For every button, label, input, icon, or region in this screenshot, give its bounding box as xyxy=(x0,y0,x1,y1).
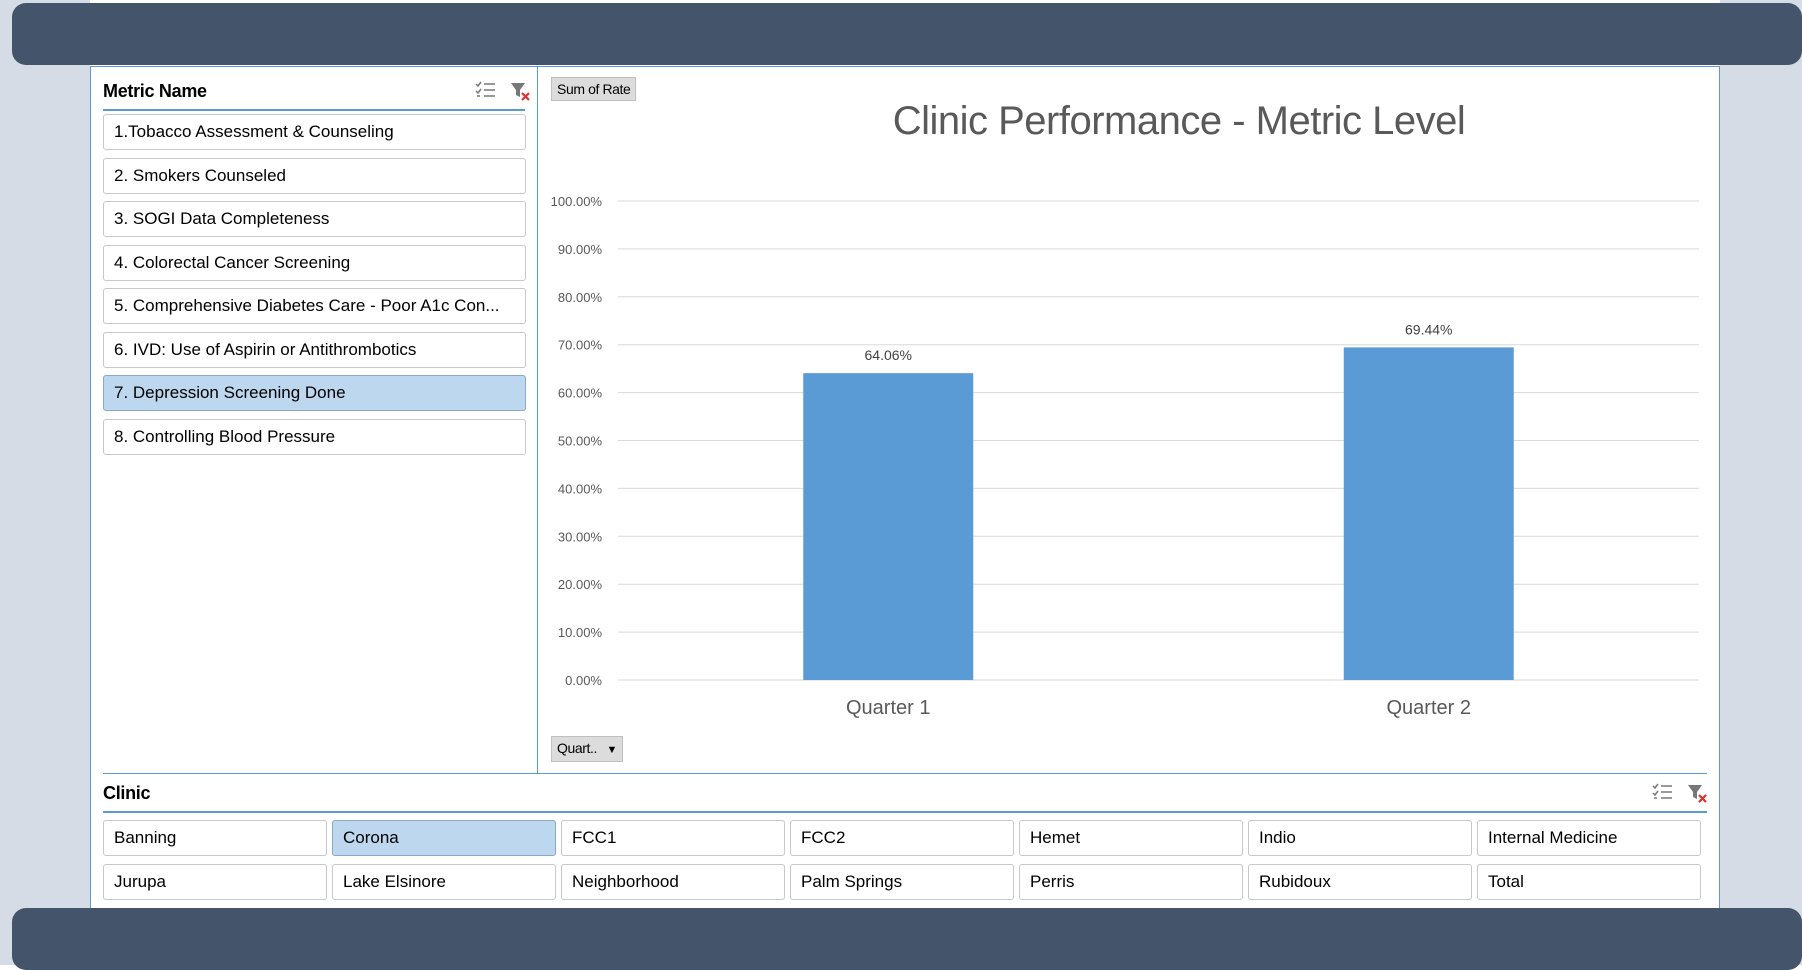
quarter-axis-field-button[interactable]: Quart.. ▼ xyxy=(551,736,623,762)
y-tick-label: 90.00% xyxy=(558,242,603,257)
left-side-background xyxy=(0,0,90,965)
y-tick-label: 30.00% xyxy=(558,529,603,544)
data-label: 69.44% xyxy=(1405,321,1452,337)
clinic-slicer-header: Clinic xyxy=(103,773,1707,813)
y-tick-label: 0.00% xyxy=(565,673,602,688)
clinic-slicer-item[interactable]: Perris xyxy=(1019,864,1243,900)
x-category-label: Quarter 2 xyxy=(1387,697,1471,719)
right-side-background xyxy=(1720,0,1802,965)
metric-slicer-item[interactable]: 1.Tobacco Assessment & Counseling xyxy=(103,114,526,150)
clinic-slicer-item[interactable]: Internal Medicine xyxy=(1477,820,1701,856)
data-label: 64.06% xyxy=(865,347,912,363)
y-tick-label: 40.00% xyxy=(558,481,603,496)
y-tick-label: 20.00% xyxy=(558,577,603,592)
clinic-slicer-item[interactable]: FCC1 xyxy=(561,820,785,856)
bottom-footer-band xyxy=(12,908,1802,970)
clinic-slicer-title: Clinic xyxy=(103,783,151,803)
chart-area: Sum of Rate Clinic Performance - Metric … xyxy=(539,67,1719,773)
clinic-multi-select-icon[interactable] xyxy=(1650,782,1674,804)
clinic-slicer-item[interactable]: Total xyxy=(1477,864,1701,900)
y-tick-label: 100.00% xyxy=(551,194,603,209)
clinic-clear-filter-icon[interactable] xyxy=(1685,782,1709,804)
metric-slicer-item[interactable]: 7. Depression Screening Done xyxy=(103,375,526,411)
y-tick-label: 70.00% xyxy=(558,338,603,353)
metric-slicer-item[interactable]: 5. Comprehensive Diabetes Care - Poor A1… xyxy=(103,288,526,324)
clinic-slicer-item[interactable]: FCC2 xyxy=(790,820,1014,856)
top-header-band xyxy=(12,3,1802,65)
clinic-slicer-item[interactable]: Palm Springs xyxy=(790,864,1014,900)
metric-slicer-item[interactable]: 8. Controlling Blood Pressure xyxy=(103,418,526,455)
metric-slicer-item[interactable]: 2. Smokers Counseled xyxy=(103,157,526,194)
clinic-slicer-item[interactable]: Lake Elsinore xyxy=(332,864,556,900)
dropdown-arrow-icon: ▼ xyxy=(606,744,618,756)
clinic-slicer-item[interactable]: Jurupa xyxy=(103,864,327,900)
y-tick-label: 50.00% xyxy=(558,434,603,449)
metric-name-slicer: Metric Name 1.Tobacco Assessment & Couns… xyxy=(91,67,538,773)
clinic-slicer-item[interactable]: Indio xyxy=(1248,820,1472,856)
multi-select-icon[interactable] xyxy=(473,80,497,102)
metric-slicer-item[interactable]: 6. IVD: Use of Aspirin or Antithrombotic… xyxy=(103,331,526,368)
metric-slicer-item[interactable]: 4. Colorectal Cancer Screening xyxy=(103,244,526,281)
x-category-label: Quarter 1 xyxy=(846,697,930,719)
clinic-slicer-item[interactable]: Rubidoux xyxy=(1248,864,1472,900)
metric-slicer-header: Metric Name xyxy=(103,73,530,111)
clinic-slicer-item[interactable]: Neighborhood xyxy=(561,864,785,900)
metric-slicer-title: Metric Name xyxy=(103,81,207,101)
clinic-slicer-item[interactable]: Corona xyxy=(332,820,556,856)
bar xyxy=(803,373,974,680)
bar xyxy=(1343,347,1514,680)
clinic-slicer-item[interactable]: Hemet xyxy=(1019,820,1243,856)
clear-filter-icon[interactable] xyxy=(508,80,532,102)
bar-chart: 0.00% 10.00% 20.00% 30.00% 40.00% 50.00% 60.00… xyxy=(551,194,1699,719)
y-tick-label: 10.00% xyxy=(558,625,603,640)
metric-slicer-item[interactable]: 3. SOGI Data Completeness xyxy=(103,201,526,237)
clinic-slicer-item[interactable]: Banning xyxy=(103,820,327,856)
clinic-slicer: Clinic Banning Corona FCC1 FCC2 Hemet Indio In… xyxy=(91,773,1719,908)
y-tick-label: 80.00% xyxy=(558,290,603,305)
quarter-axis-field-label: Quart.. xyxy=(557,740,597,756)
y-tick-label: 60.00% xyxy=(558,386,603,401)
